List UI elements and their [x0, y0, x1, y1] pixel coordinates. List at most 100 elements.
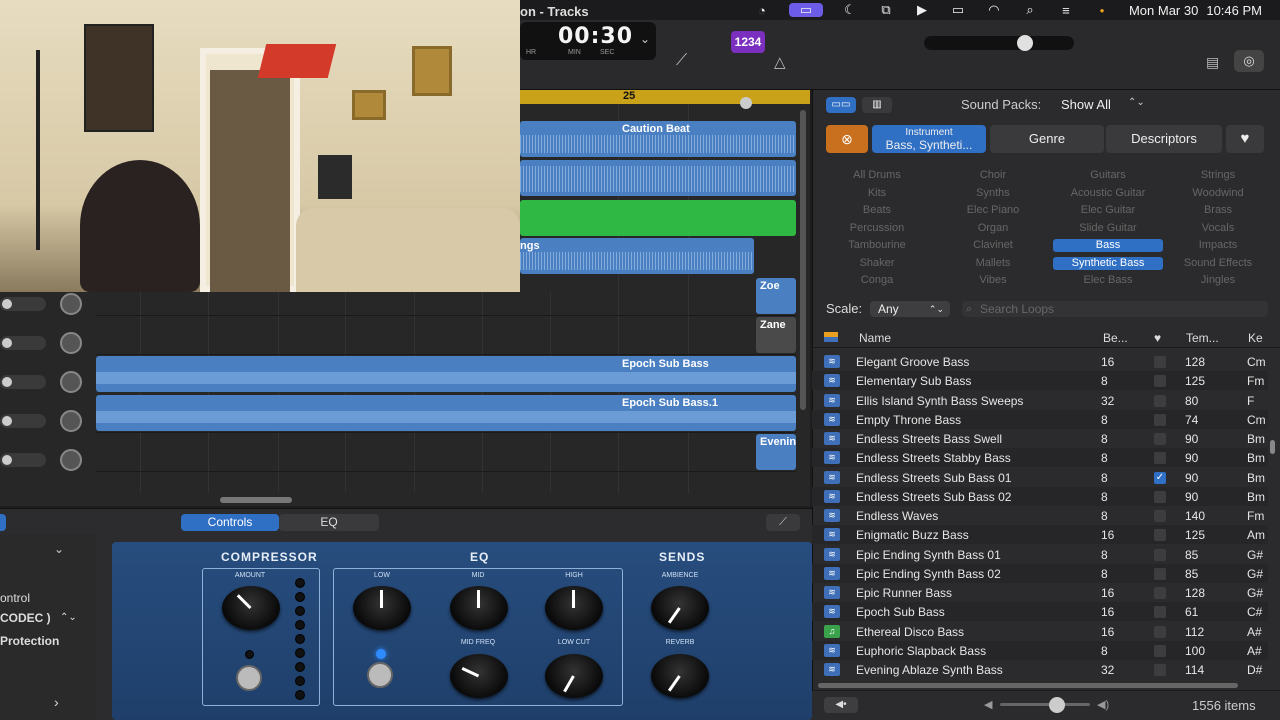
favorites-heart-icon[interactable]: ♥ [1226, 125, 1264, 153]
keyword-button[interactable]: Kits [822, 187, 932, 200]
loop-row[interactable]: ≋ Evening Ablaze Synth Bass 32 114 D# [812, 660, 1268, 679]
keyword-button[interactable]: Brass [1163, 204, 1273, 217]
tuner-icon[interactable]: ⟋ [676, 52, 687, 70]
column-view-icon[interactable]: ▥ [862, 97, 892, 113]
loop-row[interactable]: ≋ Epic Ending Synth Bass 01 8 85 G# [812, 545, 1268, 564]
region-evening[interactable]: Evenin [756, 434, 796, 470]
region-epoch-sub-bass-1[interactable]: Epoch Sub Bass.1 [96, 395, 796, 431]
zoom-slider-knob[interactable] [740, 97, 752, 109]
favorite-checkbox[interactable] [1154, 413, 1166, 426]
favorite-checkbox[interactable] [1154, 664, 1166, 676]
compressor-switch[interactable] [236, 665, 262, 691]
wifi-icon[interactable]: ◠ [985, 2, 1003, 17]
loop-row[interactable]: ♫ Ethereal Disco Bass 16 112 A# [812, 622, 1268, 641]
loop-row[interactable]: ≋ Epic Runner Bass 16 128 G# [812, 583, 1268, 602]
preview-speaker-icon[interactable]: ◀• [824, 697, 858, 713]
favorite-checkbox[interactable] [1154, 452, 1166, 465]
keyword-button[interactable]: Guitars [1053, 169, 1163, 182]
window-icon[interactable]: ⧉ [877, 2, 895, 17]
count-in-button[interactable]: 1234 [731, 31, 765, 53]
favorite-checkbox[interactable] [1154, 394, 1166, 407]
favorite-checkbox[interactable] [1154, 625, 1166, 638]
control-center-icon[interactable]: ≡ [1057, 3, 1075, 18]
loop-row[interactable]: ≋ Endless Streets Sub Bass 01 8 ✓ 90 Bm [812, 468, 1268, 487]
sound-packs-select[interactable]: Show All [1061, 97, 1111, 112]
battery-icon[interactable]: ▭ [949, 2, 967, 17]
loop-row[interactable]: ≋ Enigmatic Buzz Bass 16 125 Am [812, 525, 1268, 545]
button-view-icon[interactable]: ▭▭ [826, 97, 856, 113]
loop-list-scrollbar[interactable] [1270, 440, 1275, 454]
keyword-button[interactable]: Synths [938, 187, 1048, 200]
keyword-button[interactable]: Slide Guitar [1053, 222, 1163, 235]
keyword-button[interactable]: Tambourine [822, 239, 932, 252]
tracks-vertical-scrollbar[interactable] [800, 110, 806, 410]
keyword-button[interactable]: Elec Guitar [1053, 204, 1163, 217]
menubar-date[interactable]: Mon Mar 30 [1129, 3, 1198, 18]
codec-select[interactable]: CODEC ) [0, 611, 51, 625]
tab-controls[interactable]: Controls [181, 514, 279, 531]
keyword-button[interactable]: Conga [822, 274, 932, 287]
keyword-button[interactable]: Bass [1053, 239, 1163, 252]
col-name[interactable]: Name [859, 331, 891, 345]
search-icon[interactable]: ⌕ [1021, 2, 1039, 17]
keyword-button[interactable]: Woodwind [1163, 187, 1273, 200]
updown-chevron-icon[interactable]: ⌃⌄ [60, 612, 77, 623]
updown-chevron-icon[interactable]: ⌃⌄ [1128, 97, 1145, 108]
preview-volume-slider[interactable] [1000, 703, 1090, 706]
track-toggle[interactable] [0, 453, 46, 467]
metronome-icon[interactable]: △ [774, 53, 786, 71]
loop-row[interactable]: ≋ Ellis Island Synth Bass Sweeps 32 80 F [812, 391, 1268, 410]
keyword-button[interactable]: Sound Effects [1163, 257, 1273, 270]
scale-select[interactable]: Any ⌃⌄ [870, 301, 950, 317]
region-audio[interactable] [520, 160, 796, 196]
keyword-button[interactable]: Impacts [1163, 239, 1273, 252]
notepad-icon[interactable]: ▤ [1206, 54, 1219, 71]
favorite-checkbox[interactable] [1154, 510, 1166, 522]
tab-descriptors[interactable]: Descriptors [1106, 125, 1222, 153]
favorite-checkbox[interactable] [1154, 490, 1166, 503]
type-column-icon[interactable] [824, 332, 838, 342]
keyword-button[interactable]: Elec Bass [1053, 274, 1163, 287]
chevron-right-icon[interactable]: › [54, 694, 59, 710]
track-pan-knob[interactable] [60, 332, 82, 354]
siri-dot-icon[interactable]: • [1093, 3, 1111, 18]
favorite-checkbox[interactable] [1154, 606, 1166, 619]
search-loops-input[interactable]: ⌕ Search Loops [962, 301, 1268, 317]
keyword-button[interactable]: Mallets [938, 257, 1048, 270]
track-pan-knob[interactable] [60, 293, 82, 315]
keyword-button[interactable]: Vocals [1163, 222, 1273, 235]
menubar-time[interactable]: 10:46 PM [1206, 3, 1262, 18]
screen-mirror-icon[interactable]: ▭ [788, 2, 823, 17]
inspector-wrench-icon[interactable]: ⟋ [766, 514, 800, 531]
low-cut-knob[interactable] [545, 654, 603, 698]
track-toggle[interactable] [0, 336, 46, 350]
keyword-button[interactable]: Vibes [938, 274, 1048, 287]
loop-row[interactable]: ≋ Endless Streets Bass Swell 8 90 Bm [812, 429, 1268, 448]
amount-knob[interactable] [222, 586, 280, 630]
low-knob[interactable] [353, 586, 411, 630]
favorite-checkbox[interactable] [1154, 548, 1166, 561]
library-button[interactable] [0, 514, 6, 531]
chevron-down-icon[interactable]: ⌄ [640, 32, 650, 46]
keyword-button[interactable]: All Drums [822, 169, 932, 182]
tracks-horizontal-scrollbar[interactable] [220, 497, 292, 503]
col-tempo[interactable]: Tem... [1186, 331, 1219, 345]
mid-knob[interactable] [450, 586, 508, 630]
high-knob[interactable] [545, 586, 603, 630]
tab-instrument[interactable]: Instrument Bass, Syntheti... [872, 125, 986, 153]
loop-row[interactable]: ≋ Epoch Sub Bass 16 61 C# [812, 602, 1268, 622]
loop-row[interactable]: ≋ Elegant Groove Bass 16 128 Cm [812, 352, 1268, 371]
loop-row[interactable]: ≋ Endless Streets Stabby Bass 8 90 Bm [812, 448, 1268, 468]
region-zoe[interactable]: Zoe [756, 278, 796, 314]
ruler[interactable] [520, 90, 810, 104]
preview-volume-knob[interactable] [1049, 697, 1065, 713]
ambience-knob[interactable] [651, 586, 709, 630]
region-epoch-sub-bass[interactable]: Epoch Sub Bass [96, 356, 796, 392]
keyword-button[interactable]: Synthetic Bass [1053, 256, 1163, 270]
keyword-button[interactable]: Percussion [822, 222, 932, 235]
loop-browser-icon[interactable]: ◎ [1234, 50, 1264, 72]
track-pan-knob[interactable] [60, 371, 82, 393]
track-toggle[interactable] [0, 375, 46, 389]
col-beats[interactable]: Be... [1103, 331, 1128, 345]
keyword-button[interactable]: Beats [822, 204, 932, 217]
